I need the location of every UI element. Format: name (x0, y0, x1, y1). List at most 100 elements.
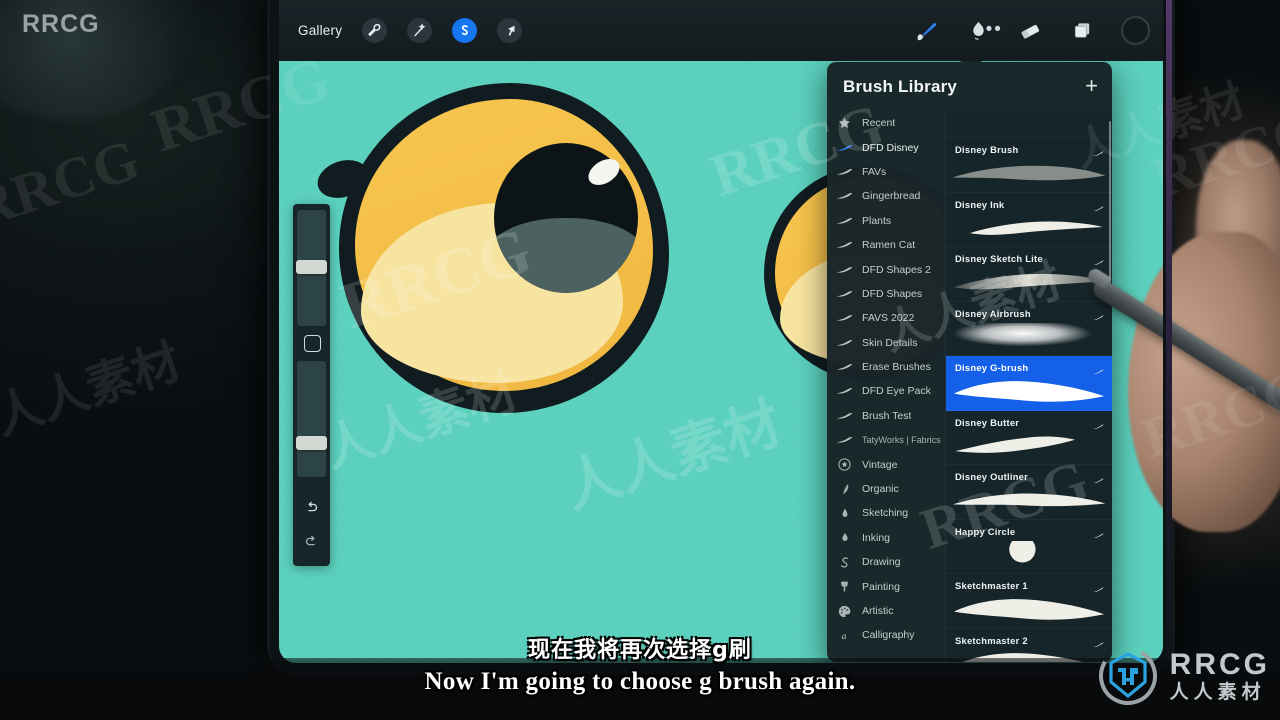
brush-edit-icon[interactable] (1093, 527, 1104, 545)
brush-set-item-dfd-disney[interactable]: DFD Disney (827, 135, 945, 159)
brush-edit-icon[interactable] (1093, 145, 1104, 163)
brush-item-disney-ink[interactable]: Disney Ink (946, 193, 1112, 247)
brush-icon (836, 335, 853, 350)
brush-set-item-favs-2022[interactable]: FAVS 2022 (827, 306, 945, 330)
brush-set-label: DFD Shapes 2 (862, 263, 931, 276)
brush-stroke-preview (950, 111, 1108, 131)
brush-set-item-ramen-cat[interactable]: Ramen Cat (827, 233, 945, 257)
gallery-button[interactable]: Gallery (298, 23, 342, 38)
brush-icon[interactable] (913, 18, 939, 44)
brush-set-label: DFD Eye Pack (862, 385, 931, 398)
brush-set-item-inking[interactable]: Inking (827, 526, 945, 550)
brush-icon (836, 213, 853, 228)
magic-wand-icon[interactable] (407, 18, 433, 43)
logo-brand-cn: 人人素材 (1169, 681, 1266, 703)
brush-set-item-vintage[interactable]: Vintage (827, 452, 945, 476)
color-swatch[interactable] (1121, 16, 1150, 45)
brush-stroke-preview (950, 541, 1108, 567)
brush-set-item-favs[interactable]: FAVs (827, 160, 945, 184)
brush-stroke-preview (950, 160, 1108, 186)
brush-icon (836, 189, 853, 204)
brush-edit-icon[interactable] (1093, 581, 1104, 599)
brush-icon (836, 164, 853, 179)
brush-set-item-recent[interactable]: Recent (827, 111, 945, 135)
brush-item-disney-brush[interactable]: Disney Brush (946, 138, 1112, 193)
panel-header: Brush Library + (827, 62, 1112, 111)
smudge-icon[interactable] (965, 18, 991, 44)
opacity-knob[interactable] (296, 436, 327, 450)
brush-set-label: Skin Details (862, 336, 918, 349)
transform-arrow-icon[interactable] (497, 18, 523, 43)
star-circle-icon (836, 457, 853, 472)
brush-set-item-tatyworks-fabrics[interactable]: TatyWorks | Fabrics (827, 428, 945, 452)
brush-edit-icon[interactable] (1093, 309, 1104, 327)
brush-stroke-preview (950, 378, 1108, 404)
panel-title: Brush Library (843, 76, 958, 96)
opacity-slider[interactable] (297, 361, 326, 477)
brush-set-item-organic[interactable]: Organic (827, 477, 945, 501)
brush-edit-icon[interactable] (1093, 418, 1104, 436)
palette-icon (836, 604, 853, 619)
wrench-icon[interactable] (362, 18, 388, 43)
brush-icon (836, 238, 853, 253)
brush-set-item-artistic[interactable]: Artistic (827, 599, 945, 623)
brush-item-partial[interactable] (946, 111, 1112, 138)
undo-button[interactable] (293, 492, 330, 522)
brush-icon (836, 262, 853, 277)
brush-set-label: Organic (862, 483, 899, 496)
brush-edit-icon[interactable] (1093, 363, 1104, 381)
brush-set-label: Vintage (862, 458, 898, 471)
brush-item-disney-outliner[interactable]: Disney Outliner (946, 465, 1112, 520)
brush-set-item-dfd-shapes[interactable]: DFD Shapes (827, 282, 945, 306)
layers-icon[interactable] (1069, 18, 1095, 44)
brush-set-label: Sketching (862, 507, 909, 520)
brush-edit-icon[interactable] (1093, 200, 1104, 218)
pencil-tip-icon (836, 506, 853, 521)
brush-set-list[interactable]: Recent DFD Disney FAVs Gingerbread Plants Ram… (827, 111, 945, 662)
brush-item-disney-airbrush[interactable]: Disney Airbrush (946, 302, 1112, 356)
brush-set-item-dfd-shapes-2[interactable]: DFD Shapes 2 (827, 257, 945, 281)
brush-set-item-painting[interactable]: Painting (827, 574, 945, 598)
panel-body: Recent DFD Disney FAVs Gingerbread Plants Ram… (827, 111, 1112, 662)
eraser-icon[interactable] (1017, 18, 1043, 44)
brush-set-item-dfd-eye-pack[interactable]: DFD Eye Pack (827, 379, 945, 403)
brush-list[interactable]: Disney Brush Disney Ink Disney Sketch Lite… (945, 111, 1112, 662)
subtitle-chinese: 现在我将再次选择g刷 (528, 638, 752, 663)
star-icon (836, 116, 853, 131)
brush-item-label: Sketchmaster 1 (955, 580, 1028, 591)
brush-item-disney-butter[interactable]: Disney Butter (946, 411, 1112, 465)
brush-icon (836, 360, 853, 375)
brush-list-scrollbar[interactable] (1108, 121, 1111, 296)
drawing-canvas[interactable]: RRCG 人人素材 RRCG 人人素材 RRCG 人人素材 (279, 61, 1163, 663)
brush-set-item-brush-test[interactable]: Brush Test (827, 404, 945, 428)
brush-set-item-plants[interactable]: Plants (827, 209, 945, 233)
brush-stroke-preview (950, 214, 1108, 240)
brush-set-label: TatyWorks | Fabrics (862, 435, 941, 446)
add-brush-set-button[interactable]: + (1085, 75, 1098, 97)
brush-set-item-sketching[interactable]: Sketching (827, 501, 945, 525)
brush-set-item-skin-details[interactable]: Skin Details (827, 331, 945, 355)
redo-button[interactable] (293, 526, 330, 556)
logo-brand: RRCG (1169, 648, 1270, 681)
watermark-brand-top-left: RRCG (22, 10, 100, 38)
brush-item-happy-circle[interactable]: Happy Circle (946, 520, 1112, 574)
leaf-icon (836, 482, 853, 497)
brush-size-knob[interactable] (296, 260, 327, 274)
brush-library-panel: Brush Library + Recent DFD Disney FAVs Ging… (827, 62, 1112, 662)
app-toolbar: Gallery ••• (270, 0, 1172, 61)
brush-edit-icon[interactable] (1093, 472, 1104, 490)
modify-button[interactable] (304, 335, 321, 352)
brush-item-label: Disney G-brush (955, 362, 1029, 373)
brush-set-item-erase-brushes[interactable]: Erase Brushes (827, 355, 945, 379)
brush-set-label: Artistic (862, 605, 894, 617)
brush-item-label: Disney Ink (955, 198, 1005, 210)
brush-item-disney-g-brush[interactable]: Disney G-brush (946, 356, 1112, 411)
brush-icon (836, 286, 853, 301)
brush-item-sketchmaster-1[interactable]: Sketchmaster 1 (946, 574, 1112, 629)
scribble-icon (836, 555, 853, 570)
selection-s-icon[interactable] (452, 18, 478, 43)
brush-set-label: Brush Test (862, 409, 912, 422)
brush-item-label: Disney Airbrush (955, 307, 1031, 319)
brush-set-item-gingerbread[interactable]: Gingerbread (827, 184, 945, 208)
brush-set-item-drawing[interactable]: Drawing (827, 550, 945, 574)
